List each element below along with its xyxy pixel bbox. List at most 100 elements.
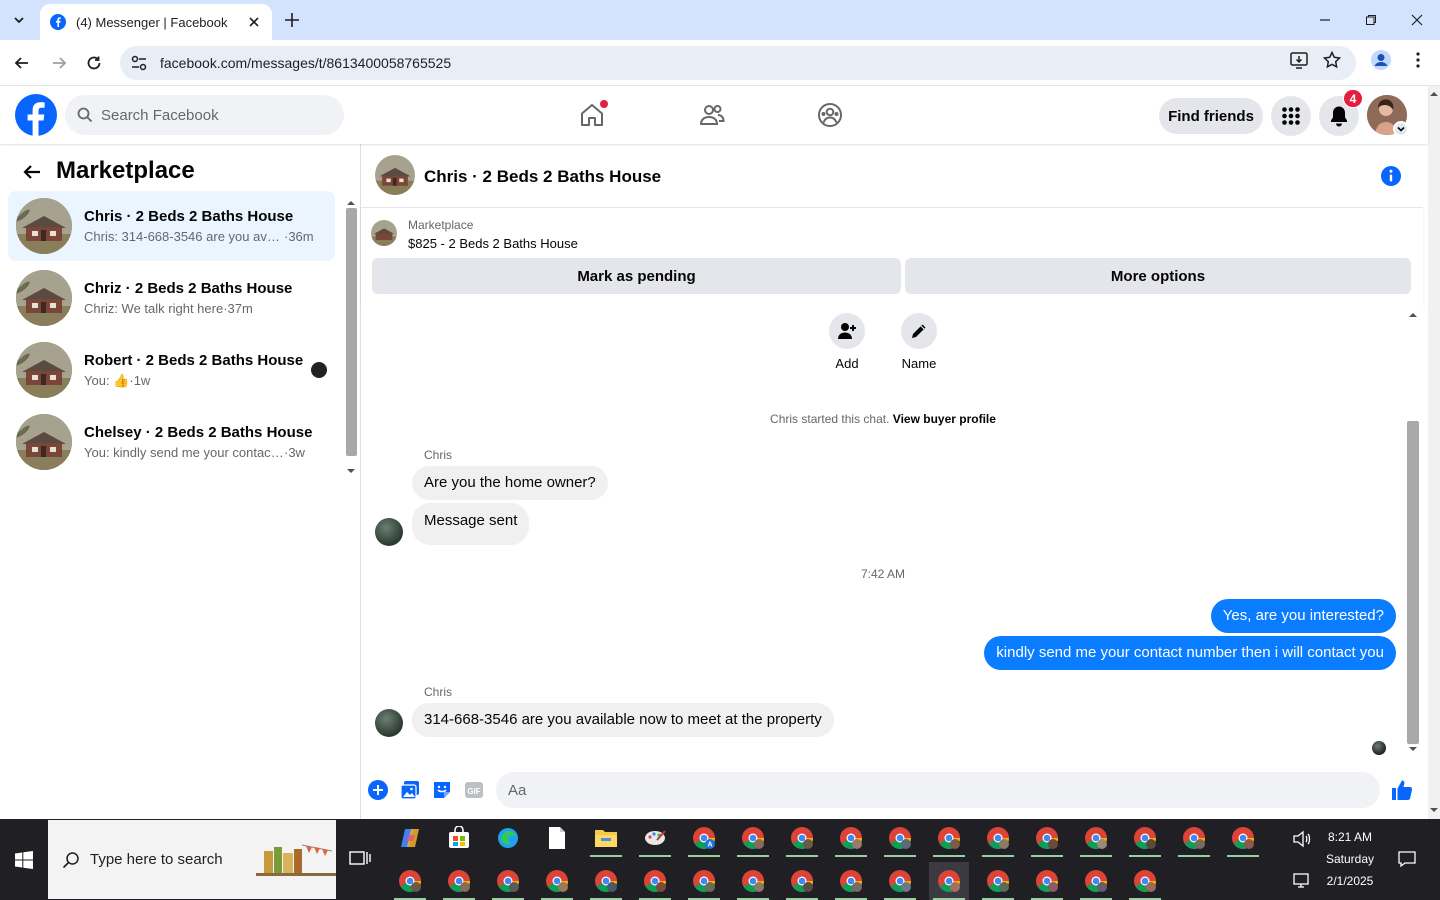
forward-button[interactable] [48, 52, 70, 74]
network-icon[interactable] [1292, 870, 1312, 890]
taskbar-paint[interactable] [635, 819, 675, 857]
taskbar-ms-store[interactable] [439, 819, 479, 857]
more-options-button[interactable]: More options [905, 258, 1411, 294]
taskbar-chrome-window[interactable] [1076, 819, 1116, 857]
conversation-item[interactable]: Chriz · 2 Beds 2 Baths House Chriz: We t… [8, 263, 335, 333]
taskbar-chrome-window[interactable] [880, 862, 920, 900]
message-input[interactable] [508, 772, 1328, 808]
taskbar-chrome-window[interactable] [1125, 862, 1165, 900]
taskbar-file-explorer[interactable] [586, 819, 626, 857]
taskbar-chrome-window[interactable] [880, 819, 920, 857]
taskbar-chrome-window[interactable] [782, 819, 822, 857]
name-chat-action[interactable]: Name [899, 313, 939, 371]
taskbar-chrome-window[interactable] [929, 819, 969, 857]
taskbar-chrome-window[interactable] [1027, 862, 1067, 900]
taskbar-chrome-window[interactable] [831, 862, 871, 900]
taskbar-chrome-window[interactable] [488, 862, 528, 900]
taskbar-notepad[interactable] [537, 819, 577, 857]
reload-button[interactable] [83, 52, 105, 74]
taskbar-chrome-window[interactable] [733, 819, 773, 857]
taskbar-chrome-window[interactable] [390, 862, 430, 900]
scrollbar-thumb[interactable] [346, 208, 357, 456]
minimize-window-button[interactable] [1313, 8, 1337, 32]
search-icon [77, 107, 93, 123]
message-input-field[interactable] [496, 772, 1380, 808]
task-view-icon[interactable] [348, 847, 372, 871]
facebook-search[interactable] [65, 95, 344, 135]
tab-search-button[interactable] [6, 7, 32, 33]
message-bubble-outgoing[interactable]: Yes, are you interested? [1210, 599, 1396, 633]
account-menu-caret[interactable] [1393, 121, 1409, 137]
notifications-center-icon[interactable] [1397, 849, 1417, 869]
chat-avatar[interactable] [375, 155, 415, 195]
conversation-item[interactable]: Chris · 2 Beds 2 Baths House Chris: 314-… [8, 191, 335, 261]
clock-time[interactable]: 8:21 AM [1318, 830, 1382, 844]
find-friends-button[interactable]: Find friends [1159, 98, 1263, 134]
taskbar-chrome-window[interactable] [1076, 862, 1116, 900]
message-bubble-incoming[interactable]: Are you the home owner? [412, 466, 608, 500]
taskbar-chrome-window[interactable] [782, 862, 822, 900]
message-bubble-outgoing[interactable]: kindly send me your contact number then … [984, 636, 1396, 670]
taskbar-chrome-window[interactable] [1174, 819, 1214, 857]
menu-button[interactable] [1271, 96, 1311, 136]
info-icon[interactable] [1379, 164, 1403, 188]
sticker-button[interactable] [431, 779, 453, 801]
close-window-button[interactable] [1405, 8, 1429, 32]
nav-friends[interactable] [694, 98, 730, 132]
mark-as-pending-button[interactable]: Mark as pending [372, 258, 901, 294]
scrollbar-thumb[interactable] [1407, 421, 1419, 744]
sender-avatar[interactable] [375, 709, 403, 737]
taskbar-chrome-window[interactable] [978, 862, 1018, 900]
bookmark-button[interactable] [1321, 49, 1343, 71]
chat-title[interactable]: Chris · 2 Beds 2 Baths House [424, 167, 661, 187]
taskbar-chrome-window[interactable] [733, 862, 773, 900]
nav-groups[interactable] [812, 98, 848, 132]
gif-button[interactable]: GIF [463, 779, 485, 801]
restore-window-button[interactable] [1359, 8, 1383, 32]
taskbar-edge[interactable] [488, 819, 528, 857]
facebook-search-input[interactable] [101, 106, 321, 124]
page-scrollbar[interactable] [1428, 86, 1440, 819]
view-buyer-profile-link[interactable]: View buyer profile [893, 412, 996, 426]
listing-thumbnail[interactable] [371, 220, 397, 246]
new-tab-plus-icon[interactable] [282, 10, 302, 30]
back-button[interactable] [11, 52, 33, 74]
taskbar-chrome-window[interactable] [537, 862, 577, 900]
start-button[interactable] [0, 819, 48, 900]
volume-icon[interactable] [1292, 829, 1312, 849]
taskbar-chrome-window[interactable] [1125, 819, 1165, 857]
send-like-button[interactable] [1389, 777, 1415, 803]
conversation-item[interactable]: Chelsey · 2 Beds 2 Baths House You: kind… [8, 407, 335, 477]
install-app-button[interactable] [1288, 49, 1310, 71]
site-settings-icon[interactable] [130, 54, 148, 72]
browser-tab-messenger[interactable]: (4) Messenger | Facebook [40, 4, 272, 40]
clock-day[interactable]: Saturday [1318, 852, 1382, 866]
more-actions-button[interactable] [367, 779, 389, 801]
address-bar[interactable]: facebook.com/messages/t/8613400058765525 [120, 46, 1356, 80]
sender-avatar[interactable] [375, 518, 403, 546]
taskbar-chrome-window[interactable] [635, 862, 675, 900]
profile-button[interactable] [1370, 49, 1392, 71]
taskbar-chrome-window[interactable] [439, 862, 479, 900]
facebook-logo-icon[interactable] [15, 94, 57, 136]
conversation-item[interactable]: Robert · 2 Beds 2 Baths House You: 👍 ·1w [8, 335, 335, 405]
taskbar-chrome-profile-a[interactable]: A [684, 819, 724, 857]
listing-price[interactable]: $825 - 2 Beds 2 Baths House [408, 236, 578, 251]
arrow-left-icon[interactable] [20, 160, 44, 184]
taskbar-chrome-window[interactable] [1223, 819, 1263, 857]
taskbar-chrome-window[interactable] [1027, 819, 1067, 857]
taskbar-chrome-window[interactable] [586, 862, 626, 900]
taskbar-search-input[interactable] [90, 851, 240, 868]
taskbar-chrome-active-window[interactable] [929, 862, 969, 900]
clock-date[interactable]: 2/1/2025 [1318, 874, 1382, 888]
message-bubble-incoming[interactable]: Message sent [412, 503, 530, 545]
taskbar-chrome-window[interactable] [831, 819, 871, 857]
message-bubble-incoming[interactable]: 314-668-3546 are you available now to me… [412, 703, 834, 737]
taskbar-copilot[interactable] [390, 819, 430, 857]
add-people-action[interactable]: Add [827, 313, 867, 371]
taskbar-chrome-window[interactable] [684, 862, 724, 900]
browser-menu-button[interactable] [1407, 49, 1429, 71]
attach-photo-button[interactable] [399, 779, 421, 801]
close-icon[interactable] [246, 14, 262, 30]
taskbar-chrome-window[interactable] [978, 819, 1018, 857]
